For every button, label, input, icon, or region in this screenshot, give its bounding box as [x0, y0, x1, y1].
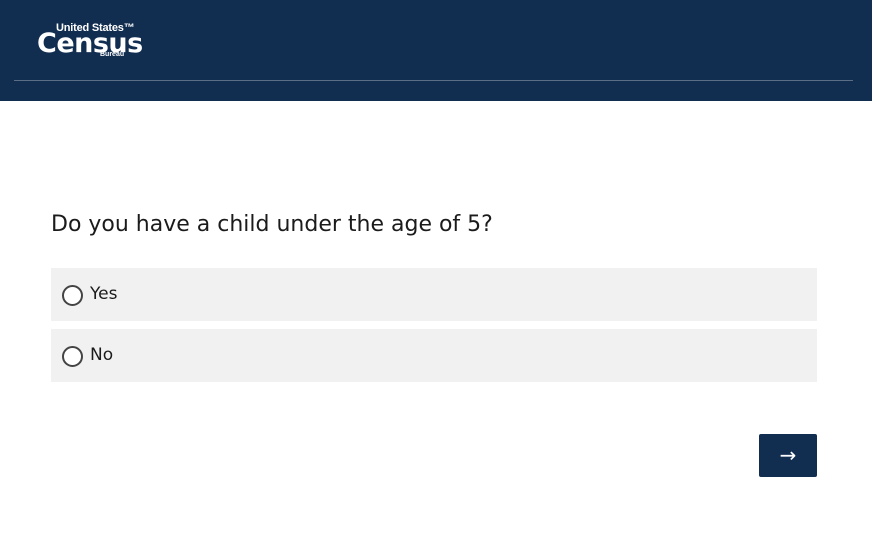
option-no[interactable]: No	[51, 329, 817, 382]
radio-yes[interactable]	[62, 285, 83, 306]
next-button[interactable]: →	[759, 434, 817, 477]
radio-no[interactable]	[62, 346, 83, 367]
header-divider	[14, 80, 853, 81]
site-header: United States™ Census Bureau	[0, 0, 872, 101]
option-yes[interactable]: Yes	[51, 268, 817, 321]
option-no-label: No	[90, 345, 114, 365]
logo-bureau: Bureau	[100, 51, 125, 58]
question-text: Do you have a child under the age of 5?	[51, 212, 493, 237]
right-arrow-icon: →	[779, 443, 797, 467]
option-yes-label: Yes	[90, 284, 118, 304]
census-bureau-logo[interactable]: United States™ Census Bureau	[36, 20, 143, 62]
logo-census: Census	[37, 28, 143, 59]
